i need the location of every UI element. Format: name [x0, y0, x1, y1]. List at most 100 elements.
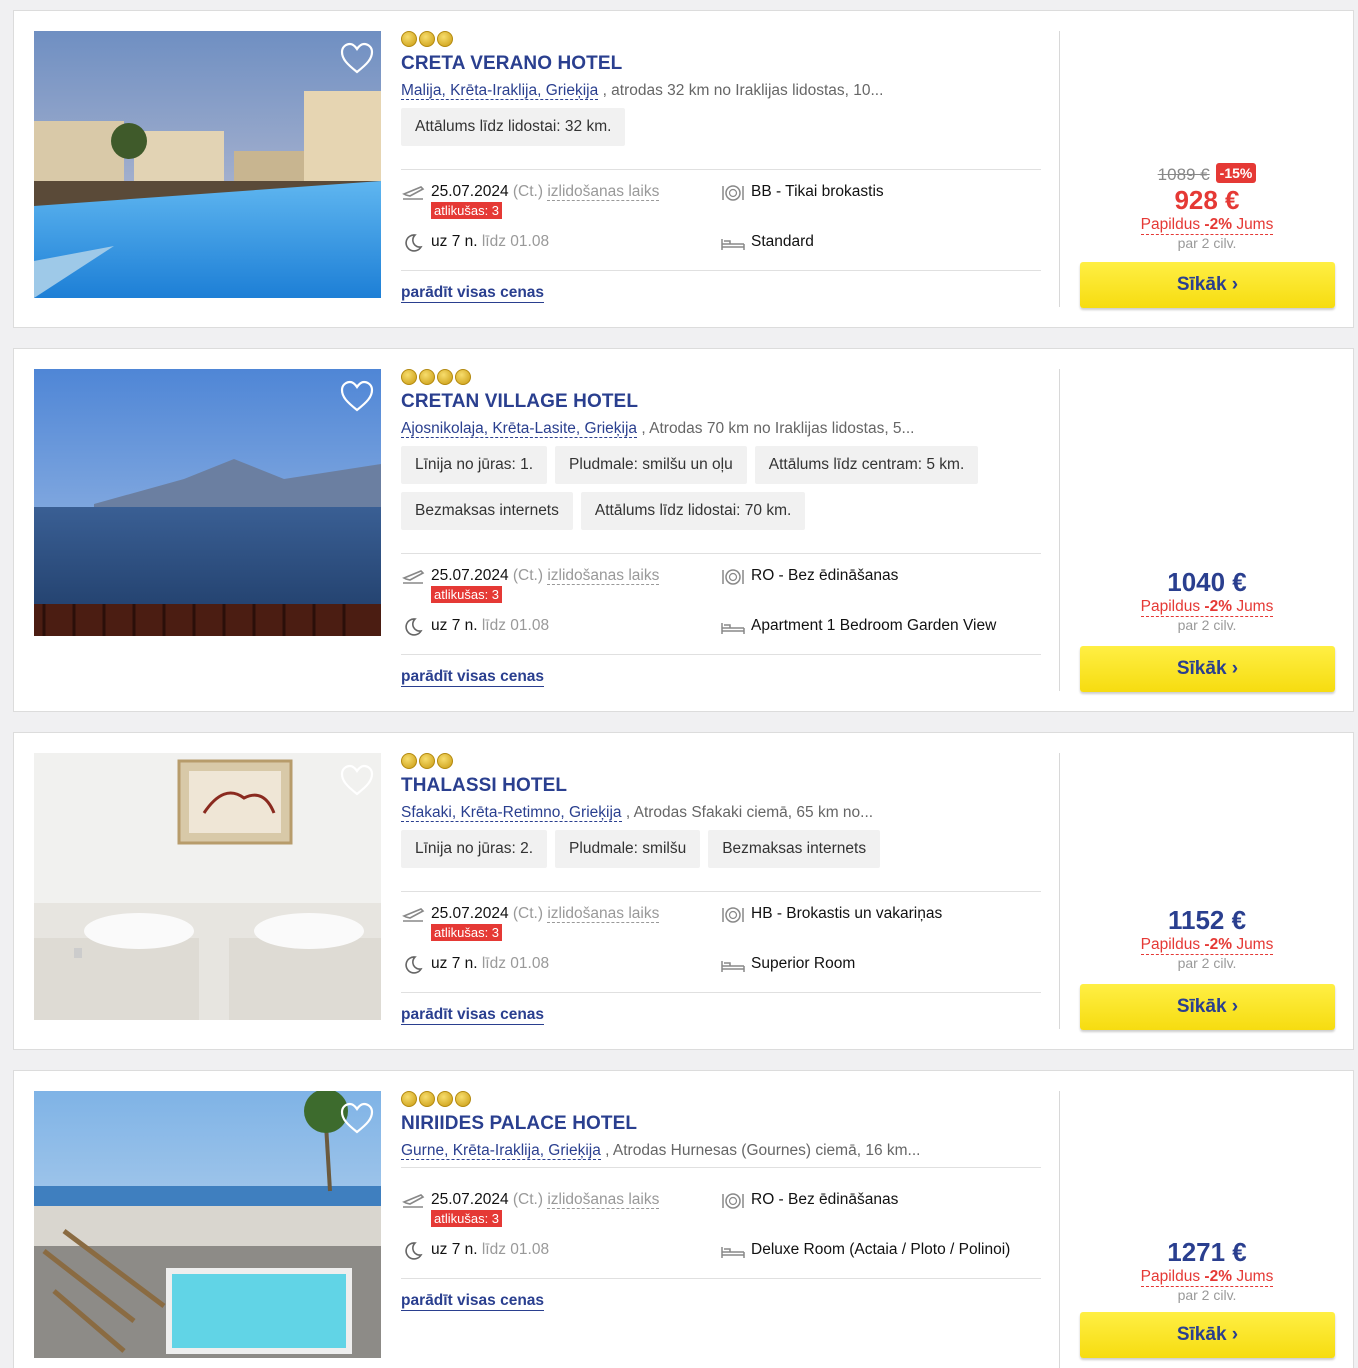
details-button[interactable]: Sīkāk › [1080, 646, 1335, 692]
show-all-prices-link[interactable]: parādīt visas cenas [401, 1292, 545, 1311]
departure-time-link[interactable]: izlidošanas laiks [547, 905, 660, 923]
show-all-prices-link[interactable]: parādīt visas cenas [401, 1006, 545, 1025]
star-rating [401, 753, 1041, 769]
feature-tag: Attālums līdz centram: 5 km. [754, 446, 979, 484]
location-link[interactable]: Sfakaki, Krēta-Retimno, Grieķija [401, 804, 622, 822]
star-icon [437, 1091, 453, 1107]
star-icon [401, 1091, 417, 1107]
departure-info: 25.07.2024 (Ct.) izlidošanas laiks atlik… [401, 567, 660, 604]
star-rating [401, 1091, 1041, 1107]
divider [401, 1278, 1041, 1279]
bed-icon [721, 233, 745, 253]
extra-discount-link[interactable]: Papildus -2% Jums [1140, 598, 1274, 617]
nights-prefix: uz [431, 1241, 448, 1258]
departure-info: 25.07.2024 (Ct.) izlidošanas laiks atlik… [401, 1191, 660, 1228]
bed-icon [721, 1241, 745, 1261]
star-icon [437, 369, 453, 385]
feature-tags: Līnija no jūras: 2. Pludmale: smilšu Bez… [401, 830, 1041, 868]
price: 1271 € [1167, 1237, 1247, 1267]
hotel-info: NIRIIDES PALACE HOTEL Gurne, Krēta-Irakl… [401, 1091, 1041, 1160]
location-description: , Atrodas 70 km no Iraklijas lidostas, 5… [641, 420, 915, 437]
vertical-divider [1059, 369, 1060, 691]
hotel-photo[interactable] [34, 753, 381, 1020]
nights-count: 7 n. [451, 617, 478, 634]
room-type: Apartment 1 Bedroom Garden View [751, 617, 997, 634]
return-date: 01.08 [510, 233, 550, 250]
hotel-info: CRETA VERANO HOTEL Malija, Krēta-Iraklij… [401, 31, 1041, 146]
price-box: 1089 € -15% 928 € Papildus -2% Jums par 2… [1080, 163, 1334, 251]
hotel-card: CRETA VERANO HOTEL Malija, Krēta-Iraklij… [13, 10, 1354, 328]
hotel-photo[interactable] [34, 369, 381, 636]
departure-time-link[interactable]: izlidošanas laiks [547, 183, 660, 201]
favorite-heart-icon[interactable] [339, 379, 375, 413]
until-label: līdz [481, 955, 506, 972]
weekday: (Ct.) [512, 183, 544, 200]
departure-time-link[interactable]: izlidošanas laiks [547, 567, 660, 585]
nights-info: uz 7 n. līdz 01.08 [401, 1241, 549, 1261]
star-icon [437, 31, 453, 47]
room-type: Standard [751, 233, 814, 250]
location-description: , Atrodas Sfakaki ciemā, 65 km no... [625, 804, 874, 821]
meal-icon [721, 567, 745, 587]
room-info: Deluxe Room (Actaia / Ploto / Polinoi) [721, 1241, 1010, 1261]
nights-info: uz 7 n. līdz 01.08 [401, 617, 549, 637]
departure-date: 25.07.2024 [431, 1191, 509, 1208]
price: 1152 € [1167, 905, 1247, 935]
hotel-name[interactable]: NIRIIDES PALACE HOTEL [401, 1113, 1041, 1135]
departure-time-link[interactable]: izlidošanas laiks [547, 1191, 660, 1209]
star-rating [401, 31, 1041, 47]
weekday: (Ct.) [512, 905, 544, 922]
divider [401, 1167, 1041, 1168]
moon-icon [401, 233, 425, 253]
favorite-heart-icon[interactable] [339, 763, 375, 797]
room-type: Deluxe Room (Actaia / Ploto / Polinoi) [751, 1241, 1011, 1258]
plane-icon [401, 1191, 425, 1211]
feature-tag: Attālums līdz lidostai: 32 km. [401, 108, 626, 146]
departure-info: 25.07.2024 (Ct.) izlidošanas laiks atlik… [401, 183, 660, 220]
hotel-location: Ajosnikolaja, Krēta-Lasite, Grieķija , A… [401, 420, 1041, 438]
nights-count: 7 n. [451, 233, 478, 250]
show-all-prices-link[interactable]: parādīt visas cenas [401, 284, 545, 303]
details-button[interactable]: Sīkāk › [1080, 984, 1335, 1030]
location-link[interactable]: Ajosnikolaja, Krēta-Lasite, Grieķija [401, 420, 638, 438]
return-date: 01.08 [510, 1241, 550, 1258]
meal-plan: BB - Tikai brokastis [751, 183, 884, 200]
plane-icon [401, 183, 425, 203]
price-box: 1271 € Papildus -2% Jums par 2 cilv. [1080, 1237, 1334, 1303]
meal-plan: HB - Brokastis un vakariņas [751, 905, 943, 922]
divider [401, 169, 1041, 170]
extra-discount-link[interactable]: Papildus -2% Jums [1140, 216, 1274, 235]
feature-tag: Līnija no jūras: 2. [401, 830, 548, 868]
hotel-card: THALASSI HOTEL Sfakaki, Krēta-Retimno, G… [13, 732, 1354, 1050]
star-icon [437, 753, 453, 769]
location-link[interactable]: Gurne, Krēta-Iraklija, Grieķija [401, 1142, 601, 1160]
star-icon [419, 31, 435, 47]
show-all-prices-link[interactable]: parādīt visas cenas [401, 668, 545, 687]
hotel-location: Malija, Krēta-Iraklija, Grieķija , atrod… [401, 82, 1041, 100]
extra-discount-link[interactable]: Papildus -2% Jums [1140, 1268, 1274, 1287]
details-button[interactable]: Sīkāk › [1080, 262, 1335, 308]
favorite-heart-icon[interactable] [339, 1101, 375, 1135]
meal-info: HB - Brokastis un vakariņas [721, 905, 942, 925]
details-button[interactable]: Sīkāk › [1080, 1312, 1335, 1358]
extra-discount-link[interactable]: Papildus -2% Jums [1140, 936, 1274, 955]
hotel-name[interactable]: CRETAN VILLAGE HOTEL [401, 391, 1041, 413]
hotel-photo[interactable] [34, 31, 381, 298]
hotel-name[interactable]: THALASSI HOTEL [401, 775, 1041, 797]
nights-prefix: uz [431, 233, 448, 250]
feature-tag: Pludmale: smilšu un oļu [555, 446, 747, 484]
bed-icon [721, 617, 745, 637]
per-people: par 2 cilv. [1177, 1287, 1237, 1303]
location-link[interactable]: Malija, Krēta-Iraklija, Grieķija [401, 82, 599, 100]
favorite-heart-icon[interactable] [339, 41, 375, 75]
plane-icon [401, 567, 425, 587]
per-people: par 2 cilv. [1177, 955, 1237, 971]
star-icon [419, 1091, 435, 1107]
meal-icon [721, 1191, 745, 1211]
return-date: 01.08 [510, 617, 550, 634]
star-rating [401, 369, 1041, 385]
hotel-name[interactable]: CRETA VERANO HOTEL [401, 53, 1041, 75]
feature-tags: Attālums līdz lidostai: 32 km. [401, 108, 1041, 146]
hotel-photo[interactable] [34, 1091, 381, 1358]
feature-tag: Bezmaksas internets [401, 492, 573, 530]
